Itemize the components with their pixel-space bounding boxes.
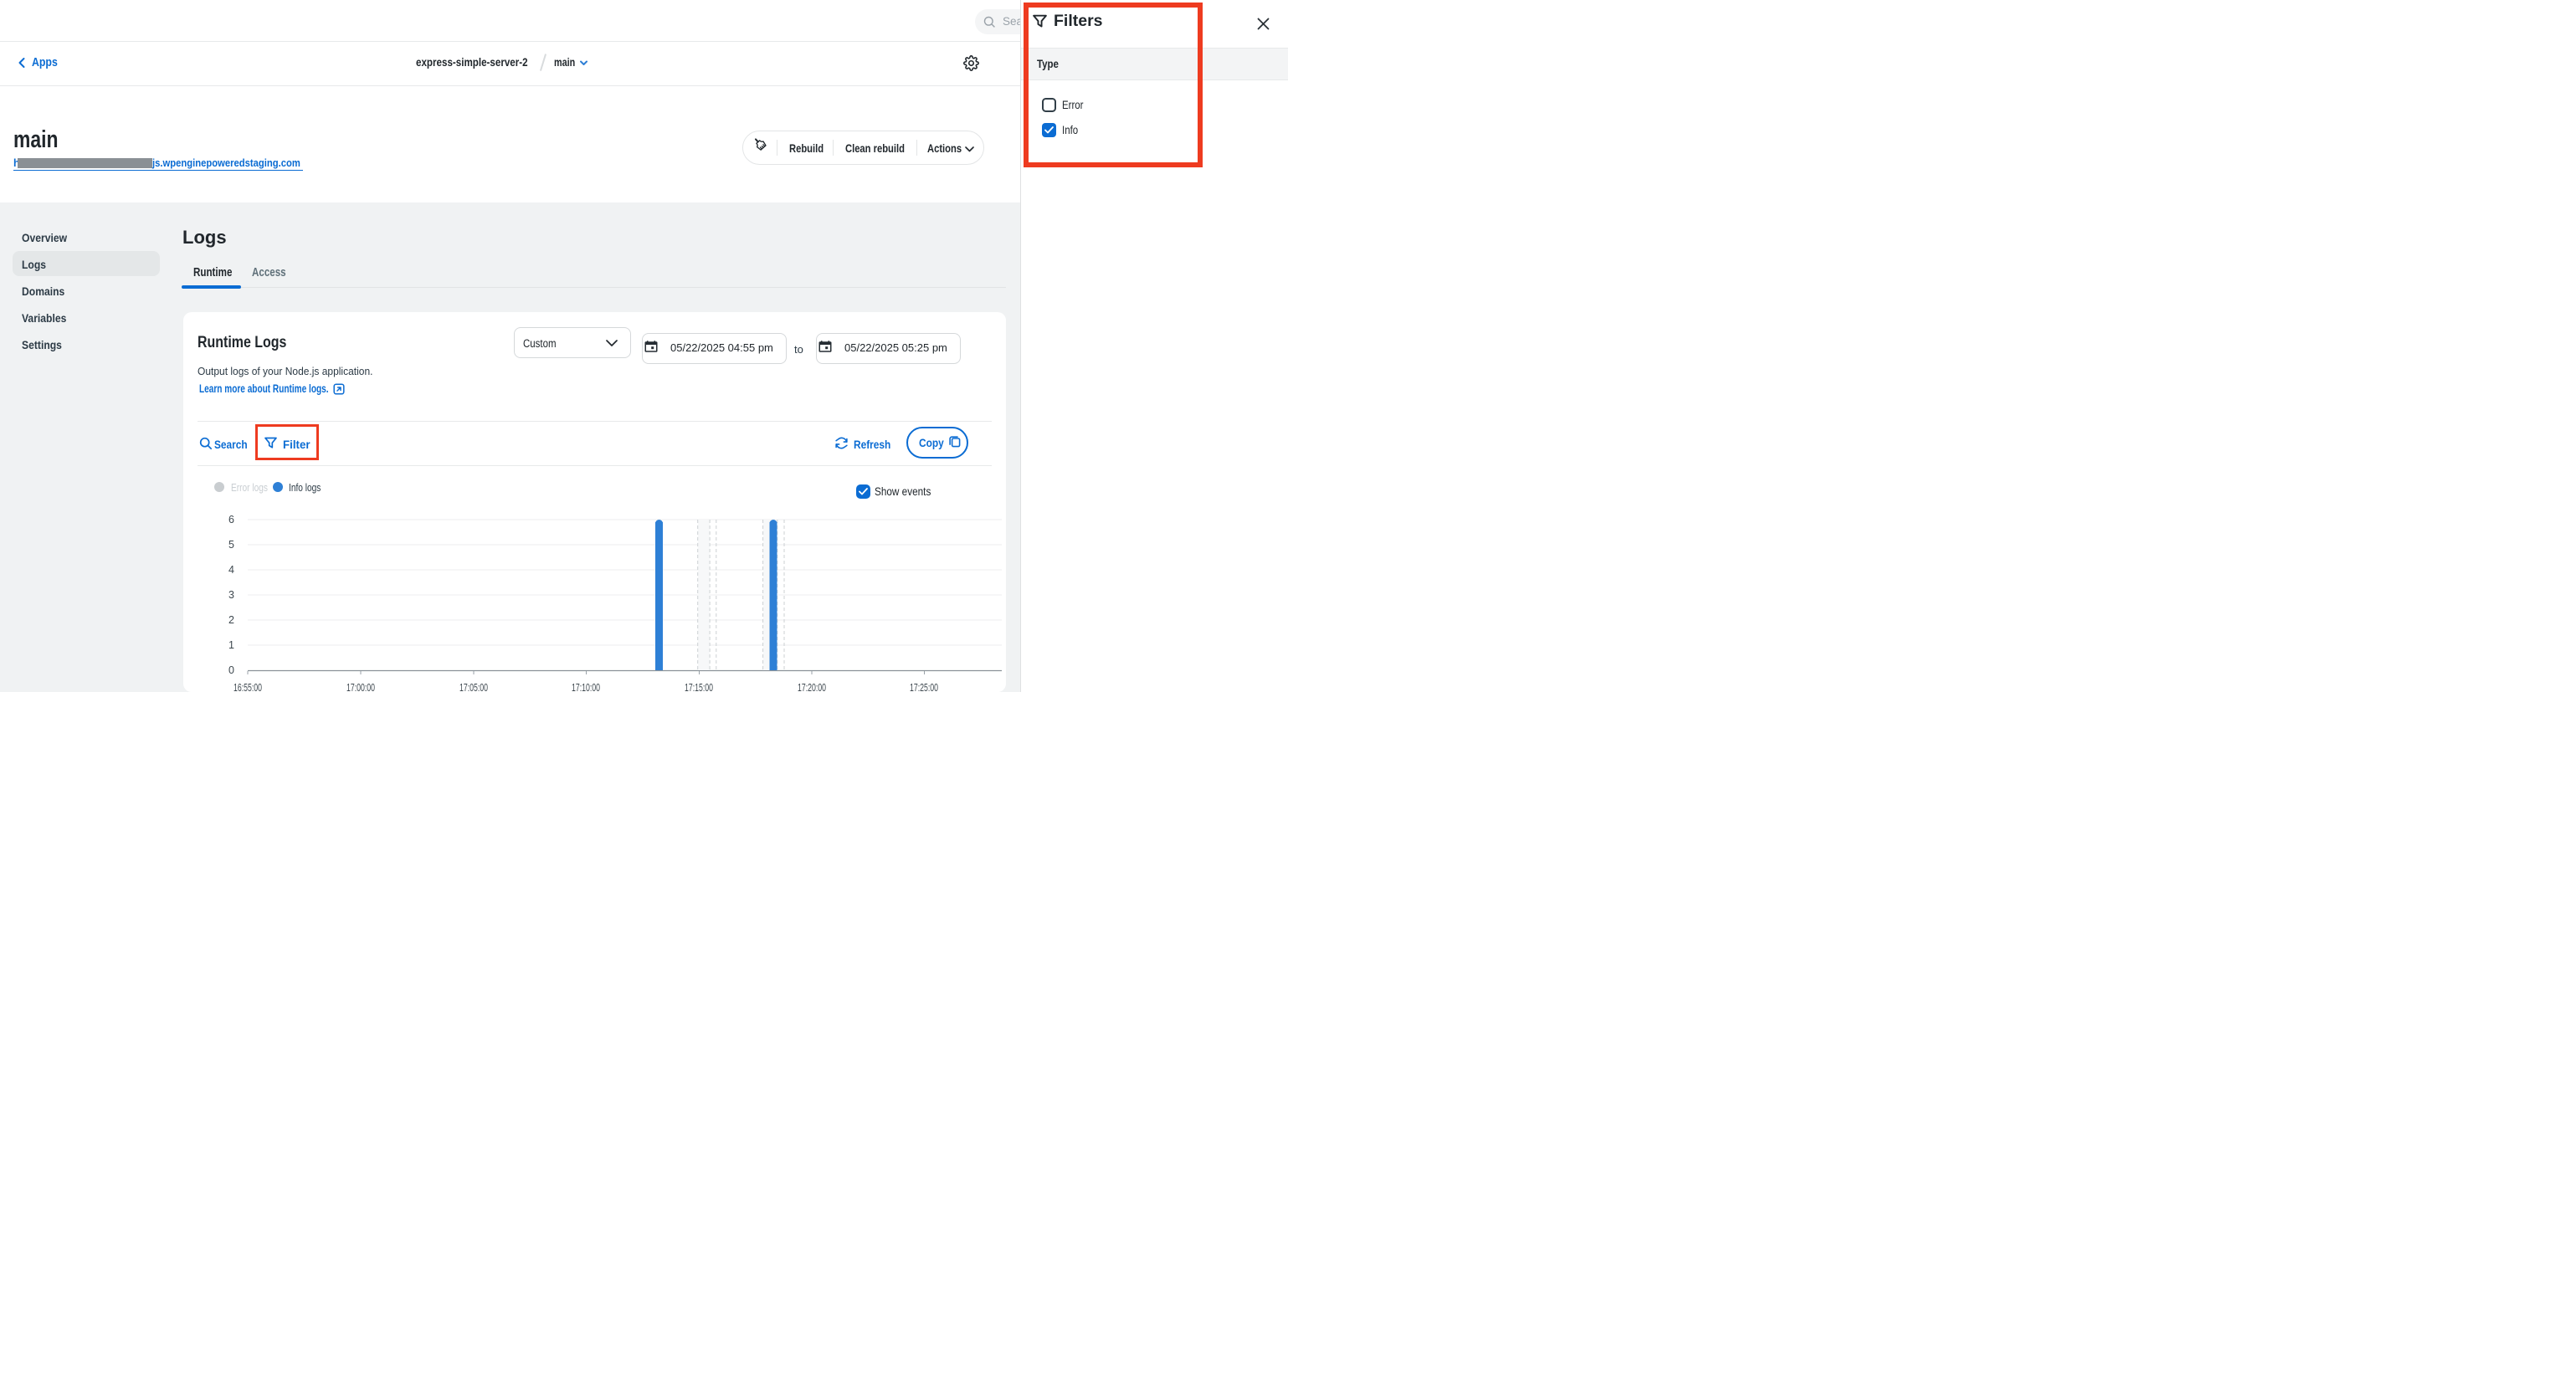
svg-text:4: 4 (228, 564, 234, 576)
svg-text:0: 0 (228, 664, 234, 676)
svg-text:2: 2 (228, 614, 234, 626)
svg-text:17:10:00: 17:10:00 (572, 682, 600, 692)
svg-text:17:20:00: 17:20:00 (798, 682, 826, 692)
svg-text:1: 1 (228, 639, 234, 651)
svg-text:5: 5 (228, 539, 234, 551)
svg-text:17:25:00: 17:25:00 (910, 682, 938, 692)
svg-text:3: 3 (228, 589, 234, 601)
svg-text:6: 6 (228, 514, 234, 525)
svg-text:17:05:00: 17:05:00 (459, 682, 488, 692)
svg-text:17:00:00: 17:00:00 (346, 682, 375, 692)
svg-text:16:55:00: 16:55:00 (233, 682, 262, 692)
svg-text:17:15:00: 17:15:00 (685, 682, 713, 692)
